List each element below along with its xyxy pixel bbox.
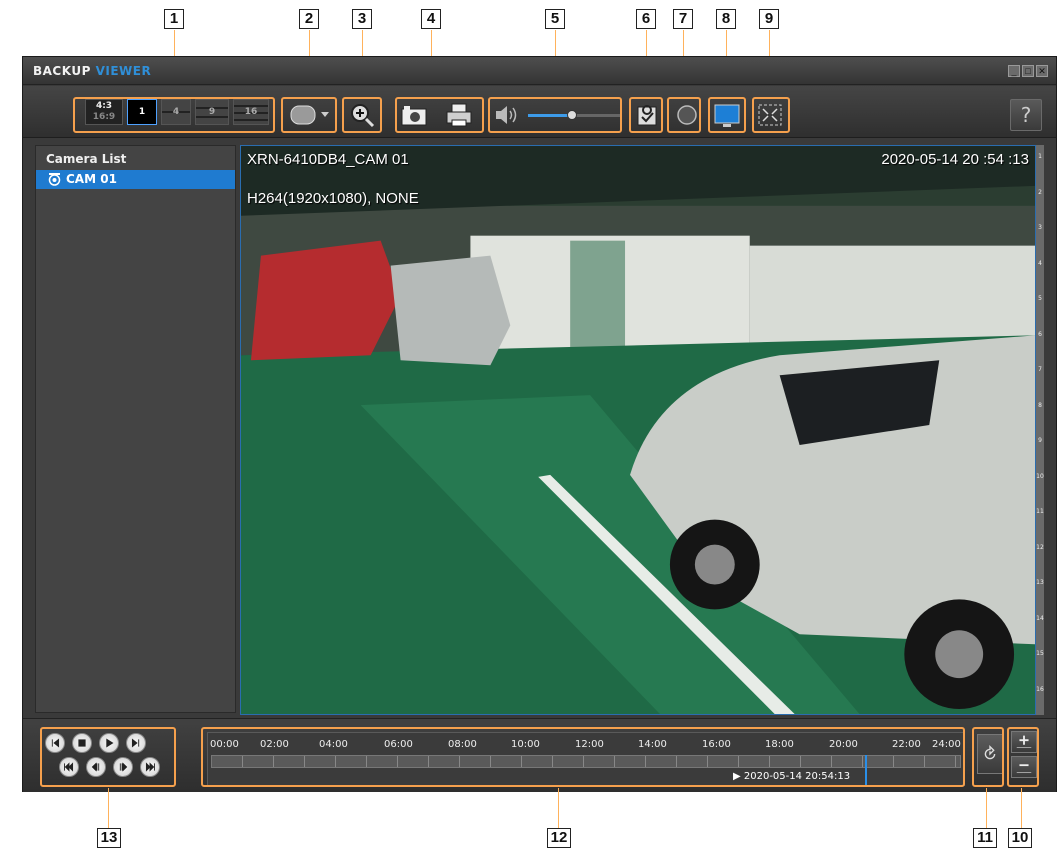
channel-strip-item[interactable]: 4 [1036,260,1044,267]
timestamp-overlay: 2020-05-14 20 :54 :13 [881,151,1029,168]
highlight-1 [73,97,275,133]
highlight-3 [342,97,382,133]
app-title: BACKUP VIEWER [33,64,151,78]
highlight-7 [667,97,701,133]
callout-5: 5 [545,9,565,29]
maximize-button[interactable]: □ [1022,65,1034,77]
callout-4: 4 [421,9,441,29]
callout-2: 2 [299,9,319,29]
highlight-6 [629,97,663,133]
channel-strip-item[interactable]: 8 [1036,402,1044,409]
video-viewport[interactable]: XRN-6410DB4_CAM 01 2020-05-14 20 :54 :13… [240,145,1036,715]
highlight-10 [1007,727,1039,787]
close-button[interactable]: ✕ [1036,65,1048,77]
leader-12 [558,788,559,828]
leader-13 [108,788,109,828]
camera-list-item-label: CAM 01 [66,172,117,186]
channel-strip-item[interactable]: 11 [1036,508,1044,515]
camera-list-panel: Camera List CAM 01 [35,145,236,713]
channel-strip-item[interactable]: 7 [1036,366,1044,373]
channel-strip-item[interactable]: 9 [1036,437,1044,444]
channel-strip-item[interactable]: 16 [1036,686,1044,693]
camera-list-item[interactable]: CAM 01 [36,170,235,189]
highlight-9 [752,97,790,133]
channel-strip-item[interactable]: 5 [1036,295,1044,302]
channel-strip-item[interactable]: 3 [1036,224,1044,231]
channel-strip-item[interactable]: 15 [1036,650,1044,657]
callout-9: 9 [759,9,779,29]
callout-8: 8 [716,9,736,29]
camera-icon [48,173,61,186]
callout-7: 7 [673,9,693,29]
app-title-main: BACKUP [33,64,91,78]
backup-viewer-window: BACKUP VIEWER _ □ ✕ 4:3 16:9 1 4 9 16 ? … [22,56,1057,792]
callout-10: 10 [1008,828,1032,848]
channel-strip-item[interactable]: 13 [1036,579,1044,586]
camera-list-title: Camera List [46,152,127,166]
help-button[interactable]: ? [1010,99,1042,131]
highlight-4 [395,97,484,133]
highlight-2 [281,97,337,133]
channel-strip-item[interactable]: 2 [1036,189,1044,196]
leader-11 [986,788,987,828]
highlight-12 [201,727,965,787]
window-controls: _ □ ✕ [1008,65,1048,77]
callout-6: 6 [636,9,656,29]
callout-1: 1 [164,9,184,29]
camera-name-overlay: XRN-6410DB4_CAM 01 [247,151,409,168]
channel-strip-item[interactable]: 1 [1036,153,1044,160]
help-label: ? [1020,103,1032,127]
callout-3: 3 [352,9,372,29]
leader-10 [1021,788,1022,828]
callout-12: 12 [547,828,571,848]
channel-strip-item[interactable]: 10 [1036,473,1044,480]
channel-strip-item[interactable]: 12 [1036,544,1044,551]
highlight-5 [488,97,622,133]
callout-11: 11 [973,828,997,848]
video-frame [241,146,1035,714]
channel-strip-item[interactable]: 6 [1036,331,1044,338]
highlight-11 [972,727,1004,787]
channel-strip-item[interactable]: 14 [1036,615,1044,622]
highlight-8 [708,97,746,133]
app-title-accent: VIEWER [95,64,152,78]
channel-strip[interactable]: 1 2 3 4 5 6 7 8 9 10 11 12 13 14 15 16 [1036,145,1044,715]
highlight-13 [40,727,176,787]
codec-overlay: H264(1920x1080), NONE [247,190,419,207]
minimize-button[interactable]: _ [1008,65,1020,77]
callout-13: 13 [97,828,121,848]
title-bar[interactable]: BACKUP VIEWER _ □ ✕ [23,57,1056,85]
